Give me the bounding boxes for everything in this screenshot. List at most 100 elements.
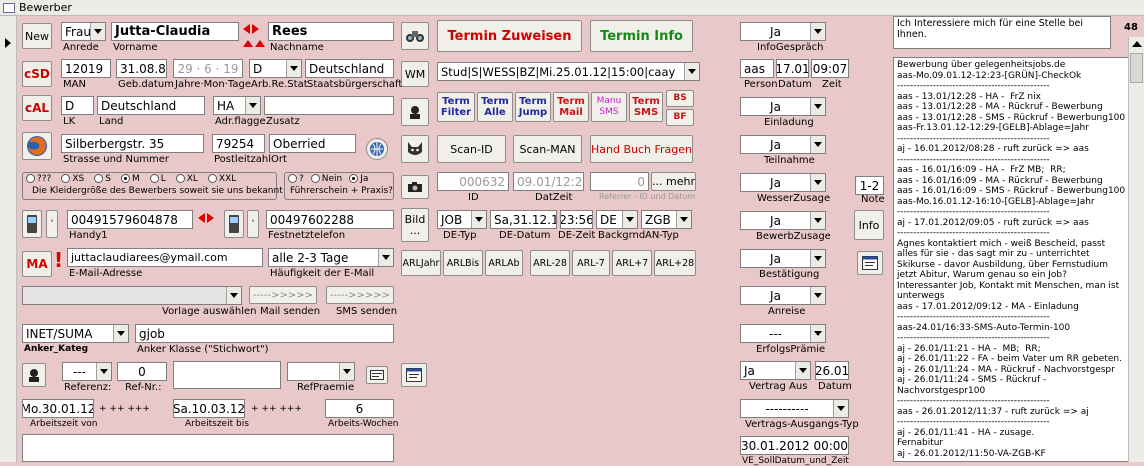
cal-button[interactable]: cAL: [22, 95, 52, 121]
arl-bis-button[interactable]: ARLBis: [443, 250, 483, 276]
arbeitsrecht-combo[interactable]: D: [249, 59, 302, 78]
size-option[interactable]: XS: [61, 174, 84, 184]
wm-termin-combo[interactable]: Stud|S|WESS|BZ|Mi.25.01.12|15:00|caay: [437, 62, 700, 81]
vertrag-aus-combo[interactable]: Ja: [740, 361, 811, 380]
ma-button[interactable]: MA: [22, 251, 52, 277]
mobile-phone-icon[interactable]: [22, 210, 42, 238]
term-mail-button[interactable]: Term Mail: [553, 92, 589, 122]
size-option[interactable]: ???: [26, 174, 51, 184]
termin-zuweisen-button[interactable]: Termin Zuweisen: [437, 20, 582, 52]
anker-klasse-field[interactable]: gjob: [135, 324, 394, 343]
bewerbzusage-combo[interactable]: Ja: [740, 211, 826, 230]
handy-extra-button[interactable]: ': [46, 210, 58, 238]
zusatz-field[interactable]: [264, 96, 394, 115]
card-icon[interactable]: [366, 366, 388, 384]
person-field[interactable]: aas: [740, 59, 774, 78]
handy1-field[interactable]: 00491579604878: [67, 210, 193, 229]
bs-button[interactable]: BS: [666, 90, 694, 107]
anker-kategorie-combo[interactable]: INET/SUMA: [22, 324, 129, 343]
size-option[interactable]: M: [120, 174, 140, 184]
bewerber-verlauf-memo[interactable]: Bewerbung über gelegenheitsjobs.de aas-M…: [893, 57, 1129, 462]
license-option[interactable]: Ja: [349, 174, 368, 184]
license-option[interactable]: ?: [288, 174, 304, 184]
info-button[interactable]: Info: [854, 210, 884, 240]
record-selector[interactable]: [0, 16, 17, 462]
arbeitszeit-von-field[interactable]: Mo.30.01.12: [22, 399, 94, 418]
info-zeit-field[interactable]: 09:07: [811, 59, 849, 78]
an-typ-combo[interactable]: ZGB: [641, 210, 692, 229]
term-jump-button[interactable]: Term Jump: [515, 92, 551, 122]
cat-icon[interactable]: [401, 135, 429, 163]
sms-senden-button[interactable]: ----->>>>>: [326, 286, 394, 304]
man-field[interactable]: 12019: [61, 59, 111, 78]
geburtsdatum-field[interactable]: 31.08.83: [116, 59, 167, 78]
size-option[interactable]: L: [149, 174, 166, 184]
swap-name-arrows[interactable]: [243, 24, 259, 34]
interesse-text[interactable]: Ich Interessiere mich für eine Stelle be…: [893, 16, 1111, 49]
new-button[interactable]: New: [22, 23, 52, 49]
vorname-field[interactable]: Jutta-Claudia: [111, 22, 239, 41]
land-field[interactable]: Deutschland: [97, 96, 205, 115]
arl-plus28-button[interactable]: ARL+28: [654, 250, 696, 276]
memo-scrollbar[interactable]: [1128, 37, 1144, 462]
backgrnd-combo[interactable]: DE: [596, 210, 638, 229]
referrer-person-icon[interactable]: [22, 363, 46, 387]
arl-ab-button[interactable]: ARLAb: [485, 250, 523, 276]
term-sms-button[interactable]: Term SMS: [629, 92, 663, 122]
handbuch-fragen-button[interactable]: Hand Buch Fragen: [590, 135, 693, 163]
refpraemie-combo[interactable]: [287, 362, 355, 381]
referenz-text-field[interactable]: [173, 361, 281, 389]
bild-button[interactable]: Bild ...: [401, 208, 429, 242]
postleitzahl-field[interactable]: 79254: [212, 134, 265, 153]
infogespraech-combo[interactable]: Ja: [740, 22, 826, 41]
map-globe-icon[interactable]: [366, 138, 388, 160]
strasse-field[interactable]: Silberbergstr. 35: [61, 134, 204, 153]
camera-icon[interactable]: [401, 175, 429, 199]
vertrags-ausgangs-typ-combo[interactable]: ----------: [740, 399, 849, 418]
scroll-up-icon[interactable]: [1132, 41, 1142, 47]
size-option[interactable]: XL: [175, 174, 198, 184]
festnetz-field[interactable]: 00497602288: [266, 210, 394, 229]
swap-phone-arrows[interactable]: [198, 213, 214, 223]
form-card-icon[interactable]: [401, 363, 427, 387]
festnetz-extra-button[interactable]: ': [247, 210, 259, 238]
scroll-thumb[interactable]: [1130, 53, 1143, 83]
staatsbuergerschaft-field[interactable]: Deutschland: [305, 59, 394, 78]
ort-field[interactable]: Oberried: [269, 134, 356, 153]
wesserzusage-combo[interactable]: Ja: [740, 173, 826, 192]
vorlage-combo[interactable]: [22, 286, 242, 305]
vertrag-datum-field[interactable]: 26.01: [815, 361, 849, 380]
term-filter-button[interactable]: Term Filter: [437, 92, 475, 122]
arl-jahr-button[interactable]: ARLJahr: [401, 250, 441, 276]
termin-info-button[interactable]: Termin Info: [590, 20, 693, 52]
term-alle-button[interactable]: Term Alle: [477, 92, 513, 122]
erfolgspraemie-combo[interactable]: ---: [740, 324, 826, 343]
email-field[interactable]: juttaclaudiarees@ymail.com: [67, 248, 263, 267]
list-form-icon[interactable]: [857, 251, 883, 275]
size-option[interactable]: XXL: [207, 174, 236, 184]
arbeitswochen-field[interactable]: 6: [325, 399, 394, 418]
email-frequenz-combo[interactable]: alle 2-3 Tage: [268, 248, 394, 267]
anrede-combo[interactable]: Frau: [61, 22, 106, 41]
arl-minus28-button[interactable]: ARL-28: [530, 250, 570, 276]
ref-nr-field[interactable]: 0: [117, 362, 167, 381]
bemerkung-field[interactable]: [22, 434, 394, 462]
bestaetigung-combo[interactable]: Ja: [740, 249, 826, 268]
scan-man-button[interactable]: Scan-MAN: [513, 135, 582, 163]
wm-button[interactable]: WM: [401, 61, 429, 87]
arl-plus7-button[interactable]: ARL+7: [612, 250, 652, 276]
manu-sms-button[interactable]: Manu SMS: [591, 92, 627, 122]
arbeitszeit-bis-field[interactable]: Sa.10.03.12: [173, 399, 245, 418]
mail-senden-button[interactable]: ----->>>>>: [249, 286, 317, 304]
size-option[interactable]: S: [94, 174, 111, 184]
referenz-combo[interactable]: ---: [62, 362, 112, 381]
binoculars-icon[interactable]: [401, 22, 429, 50]
einladung-combo[interactable]: Ja: [740, 97, 826, 116]
bf-button[interactable]: BF: [666, 109, 694, 126]
lk-field[interactable]: D: [61, 96, 94, 115]
nachname-field[interactable]: Rees: [268, 22, 394, 41]
arl-minus7-button[interactable]: ARL-7: [572, 250, 610, 276]
ve-solldatum-field[interactable]: 30.01.2012 00:00: [740, 436, 849, 455]
mehr-button[interactable]: ... mehr: [651, 172, 696, 191]
note-field[interactable]: 1-2: [855, 176, 884, 195]
